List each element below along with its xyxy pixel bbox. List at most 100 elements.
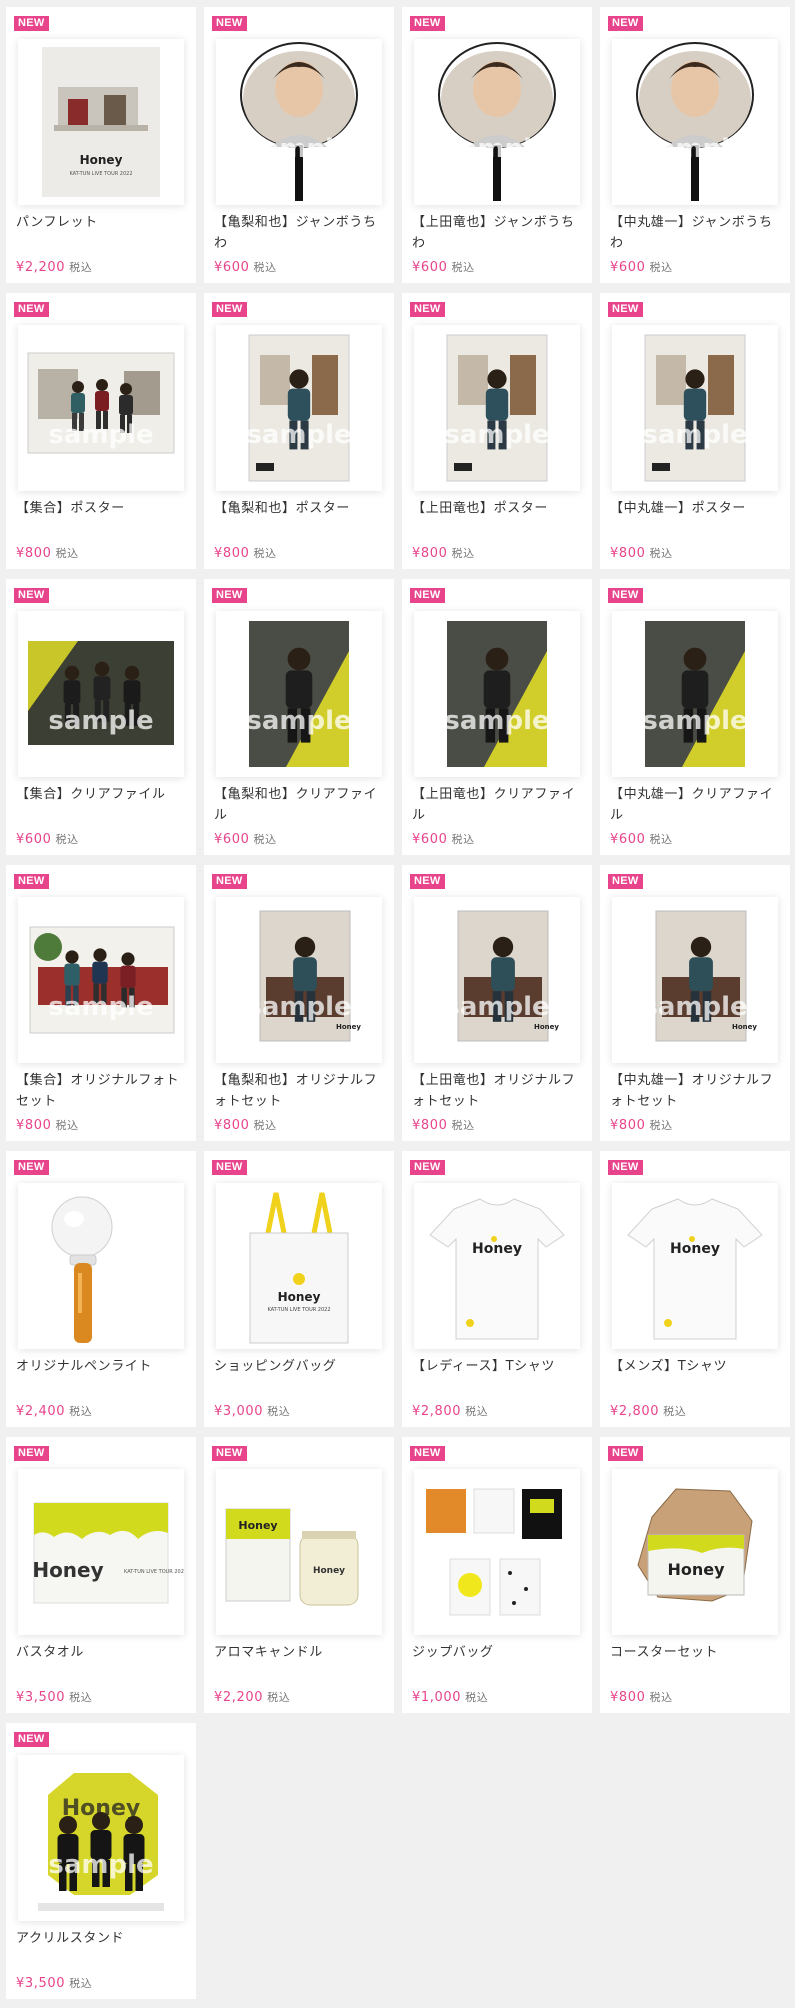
new-badge: NEW [608, 16, 643, 31]
product-name[interactable]: 【亀梨和也】ジャンボうちわ [214, 212, 390, 254]
product-image-art: sample [28, 641, 174, 745]
product-image[interactable]: Honey [414, 1183, 580, 1349]
tax-label: 税込 [253, 1119, 277, 1132]
product-grid: NEW Honey KAT-TUN LIVE TOUR 2022 パンフレット … [0, 0, 795, 2008]
new-badge: NEW [212, 16, 247, 31]
product-image-art: Honey [637, 1488, 753, 1602]
product-card[interactable]: NEW Honey sample 【上田竜也】オリジナルフォトセット ¥800 税込 [402, 865, 592, 1141]
product-name[interactable]: 【亀梨和也】ポスター [214, 498, 390, 519]
product-name[interactable]: 【中丸雄一】ポスター [610, 498, 786, 519]
product-card[interactable]: NEW sample 【中丸雄一】ポスター ¥800 税込 [600, 293, 790, 569]
product-name[interactable]: 【上田竜也】オリジナルフォトセット [412, 1070, 588, 1112]
product-image-art: Honey [627, 1198, 763, 1340]
product-name[interactable]: 【中丸雄一】クリアファイル [610, 784, 786, 826]
product-card[interactable]: NEW sample 【上田竜也】クリアファイル ¥600 税込 [402, 579, 592, 855]
product-card[interactable]: NEW Honey KAT-TUN LIVE TOUR 2022 パンフレット … [6, 7, 196, 283]
product-card[interactable]: NEW オリジナルペンライト ¥2,400 税込 [6, 1151, 196, 1427]
product-name[interactable]: 【中丸雄一】ジャンボうちわ [610, 212, 786, 254]
product-card[interactable]: NEW Honey 【レディース】Tシャツ ¥2,800 税込 [402, 1151, 592, 1427]
product-image[interactable] [18, 1183, 184, 1349]
product-image[interactable]: sample [18, 897, 184, 1063]
price-value: ¥800 [16, 1118, 52, 1133]
product-name[interactable]: 【集合】オリジナルフォトセット [16, 1070, 192, 1112]
product-name[interactable]: 【上田竜也】ジャンボうちわ [412, 212, 588, 254]
svg-text:Honey: Honey [472, 1241, 522, 1257]
svg-text:sample: sample [48, 992, 153, 1022]
product-image[interactable]: sample [18, 611, 184, 777]
price-value: ¥2,200 [214, 1690, 264, 1705]
product-name[interactable]: アロマキャンドル [214, 1642, 390, 1663]
product-image[interactable]: Honey sample [414, 897, 580, 1063]
tax-label: 税込 [253, 261, 277, 274]
product-image[interactable]: Honey Honey [216, 1469, 382, 1635]
product-name[interactable]: ジップバッグ [412, 1642, 588, 1663]
new-badge: NEW [212, 302, 247, 317]
svg-text:Honey: Honey [278, 1290, 321, 1304]
product-card[interactable]: NEW Honey sample アクリルスタンド ¥3,500 税込 [6, 1723, 196, 1999]
product-image[interactable]: Honey sample [216, 897, 382, 1063]
price-value: ¥800 [412, 546, 448, 561]
product-name[interactable]: 【亀梨和也】オリジナルフォトセット [214, 1070, 390, 1112]
product-card[interactable]: NEW Honey 【メンズ】Tシャツ ¥2,800 税込 [600, 1151, 790, 1427]
product-image[interactable]: sample [216, 325, 382, 491]
product-image-art: sample [642, 334, 748, 482]
product-card[interactable]: NEW sample 【集合】ポスター ¥800 税込 [6, 293, 196, 569]
product-card[interactable]: NEW sample 【上田竜也】ジャンボうちわ ¥600 税込 [402, 7, 592, 283]
product-name[interactable]: 【集合】クリアファイル [16, 784, 192, 805]
product-card[interactable]: NEW sample 【中丸雄一】ジャンボうちわ ¥600 税込 [600, 7, 790, 283]
product-card[interactable]: NEW sample 【亀梨和也】ジャンボうちわ ¥600 税込 [204, 7, 394, 283]
product-image[interactable]: sample [216, 39, 382, 205]
product-image[interactable]: sample [414, 39, 580, 205]
product-name[interactable]: 【上田竜也】ポスター [412, 498, 588, 519]
product-name[interactable]: 【集合】ポスター [16, 498, 192, 519]
product-price: ¥3,500 税込 [16, 1689, 92, 1705]
product-name[interactable]: アクリルスタンド [16, 1928, 192, 1949]
product-image[interactable]: sample [612, 325, 778, 491]
svg-text:sample: sample [48, 706, 153, 736]
product-card[interactable]: NEW sample 【亀梨和也】ポスター ¥800 税込 [204, 293, 394, 569]
product-name[interactable]: 【亀梨和也】クリアファイル [214, 784, 390, 826]
product-name[interactable]: 【中丸雄一】オリジナルフォトセット [610, 1070, 786, 1112]
product-card[interactable]: NEW sample 【集合】オリジナルフォトセット ¥800 税込 [6, 865, 196, 1141]
product-name[interactable]: 【上田竜也】クリアファイル [412, 784, 588, 826]
tax-label: 税込 [451, 833, 475, 846]
product-image[interactable] [414, 1469, 580, 1635]
svg-text:sample: sample [444, 134, 549, 164]
product-card[interactable]: NEW sample 【上田竜也】ポスター ¥800 税込 [402, 293, 592, 569]
product-name[interactable]: 【メンズ】Tシャツ [610, 1356, 786, 1377]
product-card[interactable]: NEW sample 【中丸雄一】クリアファイル ¥600 税込 [600, 579, 790, 855]
product-image[interactable]: sample [612, 39, 778, 205]
product-card[interactable]: NEW ジップバッグ ¥1,000 税込 [402, 1437, 592, 1713]
product-image[interactable]: sample [414, 325, 580, 491]
product-card[interactable]: NEW sample 【亀梨和也】クリアファイル ¥600 税込 [204, 579, 394, 855]
product-name[interactable]: コースターセット [610, 1642, 786, 1663]
price-value: ¥800 [16, 546, 52, 561]
product-image[interactable]: Honey [612, 1469, 778, 1635]
product-card[interactable]: NEW Honey sample 【亀梨和也】オリジナルフォトセット ¥800 税込 [204, 865, 394, 1141]
product-image[interactable]: Honey sample [18, 1755, 184, 1921]
new-badge: NEW [212, 874, 247, 889]
product-image[interactable]: Honey KAT-TUN LIVE TOUR 2022 [18, 1469, 184, 1635]
product-image[interactable]: sample [612, 611, 778, 777]
svg-text:sample: sample [444, 420, 549, 450]
product-name[interactable]: オリジナルペンライト [16, 1356, 192, 1377]
product-card[interactable]: NEW Honey sample 【中丸雄一】オリジナルフォトセット ¥800 税込 [600, 865, 790, 1141]
product-card[interactable]: NEW Honey KAT-TUN LIVE TOUR 2022 ショッピングバ… [204, 1151, 394, 1427]
product-name[interactable]: ショッピングバッグ [214, 1356, 390, 1377]
product-image[interactable]: Honey KAT-TUN LIVE TOUR 2022 [18, 39, 184, 205]
product-card[interactable]: NEW Honey Honey アロマキャンドル ¥2,200 税込 [204, 1437, 394, 1713]
product-card[interactable]: NEW Honey KAT-TUN LIVE TOUR 2022 バスタオル ¥… [6, 1437, 196, 1713]
product-image[interactable]: sample [18, 325, 184, 491]
product-image[interactable]: sample [216, 611, 382, 777]
product-name[interactable]: パンフレット [16, 212, 192, 233]
product-image[interactable]: Honey KAT-TUN LIVE TOUR 2022 [216, 1183, 382, 1349]
product-card[interactable]: NEW Honey コースターセット ¥800 税込 [600, 1437, 790, 1713]
product-image[interactable]: sample [414, 611, 580, 777]
product-card[interactable]: NEW sample 【集合】クリアファイル ¥600 税込 [6, 579, 196, 855]
new-badge: NEW [212, 1160, 247, 1175]
tax-label: 税込 [69, 1405, 93, 1418]
product-name[interactable]: バスタオル [16, 1642, 192, 1663]
product-image[interactable]: Honey [612, 1183, 778, 1349]
product-name[interactable]: 【レディース】Tシャツ [412, 1356, 588, 1377]
product-image[interactable]: Honey sample [612, 897, 778, 1063]
